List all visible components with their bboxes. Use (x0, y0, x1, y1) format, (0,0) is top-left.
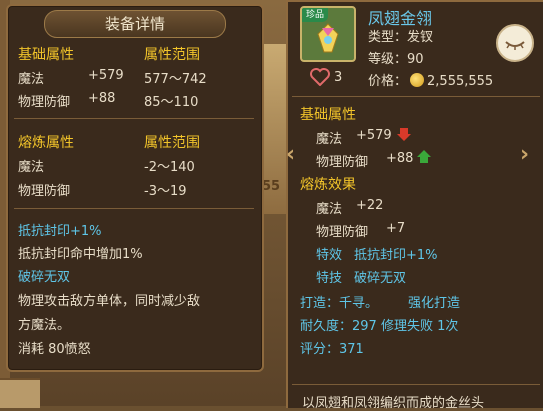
score-info: 评分：371 (300, 342, 364, 357)
base-attr-value: +579 (88, 68, 124, 83)
refine-attr-name: 魔法 (18, 160, 45, 175)
hairpin-icon (317, 23, 339, 53)
skill-description-line: 物理攻击敌方单体，同时减少敌 (18, 294, 201, 309)
price-label: 价格： (368, 74, 408, 89)
arrow-down-icon (397, 128, 411, 141)
next-item-button[interactable]: › (520, 142, 529, 167)
base-attr-range: 85～110 (144, 95, 199, 110)
base-attributes-header: 基础属性 (300, 107, 356, 123)
effect-description: 抵抗封印命中增加1% (18, 247, 143, 262)
item-type: 类型：发钗 (368, 30, 434, 45)
skill-cost: 消耗 80愤怒 (18, 342, 91, 357)
item-description: 以凤翅和凤翎编织而成的金丝头 (302, 396, 485, 411)
special-effect-value: 抵抗封印+1% (354, 248, 438, 263)
base-attr-value: +579 (356, 128, 392, 143)
durability-info: 耐久度：297 修理失败 1次 (300, 319, 459, 334)
base-attr-name: 魔法 (18, 72, 45, 87)
divider (292, 96, 540, 97)
forge-extra: 强化打造 (408, 296, 461, 311)
refine-attributes-header: 熔炼属性 (18, 135, 74, 151)
refine-range-header: 属性范围 (144, 135, 200, 151)
equipment-detail-panel: 装备详情 基础属性 属性范围 魔法 +579 577～742 物理防御 +88 … (6, 4, 264, 372)
base-attr-name: 魔法 (316, 132, 343, 147)
refine-attr-value: +7 (386, 221, 406, 236)
divider (14, 208, 254, 209)
prev-item-button[interactable]: ‹ (286, 142, 295, 167)
forge-info: 打造：千寻。 (300, 296, 379, 311)
special-skill-value: 破碎无双 (354, 271, 407, 286)
refine-attr-name: 物理防御 (18, 184, 71, 199)
coin-icon (410, 73, 425, 87)
item-icon[interactable]: 珍品 (300, 6, 356, 62)
like-count: 3 (334, 70, 343, 85)
background-fragment-text: 55 (262, 179, 281, 194)
item-level: 等级：90 (368, 52, 424, 67)
arrow-up-icon (417, 150, 431, 163)
skill-description-line: 方魔法。 (18, 318, 71, 333)
heart-icon[interactable] (310, 68, 330, 86)
divider (292, 384, 540, 385)
base-attr-value: +88 (386, 151, 414, 166)
item-price: 价格： 2,555,555 (368, 70, 493, 89)
refine-attr-name: 魔法 (316, 202, 343, 217)
price-value: 2,555,555 (427, 74, 494, 89)
background-corner (0, 378, 40, 408)
base-attr-name: 物理防御 (316, 155, 369, 170)
refine-attr-value: +22 (356, 198, 384, 213)
item-info-panel: 珍品 凤翅金翎 类型：发钗 等级：90 3 价格： 2,555,555 ‹ › 基… (286, 0, 543, 411)
attribute-range-header: 属性范围 (144, 47, 200, 63)
divider (14, 118, 254, 119)
panel-title: 装备详情 (44, 10, 226, 38)
base-attr-range: 577～742 (144, 72, 207, 87)
base-attributes-header: 基础属性 (18, 47, 74, 63)
base-attr-value: +88 (88, 91, 116, 106)
refine-attr-name: 物理防御 (316, 225, 369, 240)
toggle-view-button[interactable] (496, 24, 534, 62)
eye-closed-icon (505, 41, 525, 50)
effect-name: 抵抗封印+1% (18, 224, 102, 239)
special-skill-label: 特技 (316, 271, 343, 286)
refine-attr-range: -3～19 (144, 184, 187, 199)
skill-name: 破碎无双 (18, 270, 71, 285)
refine-effect-header: 熔炼效果 (300, 177, 356, 193)
base-attr-name: 物理防御 (18, 95, 71, 110)
special-effect-label: 特效 (316, 248, 343, 263)
rare-badge: 珍品 (302, 8, 328, 22)
refine-attr-range: -2～140 (144, 160, 195, 175)
